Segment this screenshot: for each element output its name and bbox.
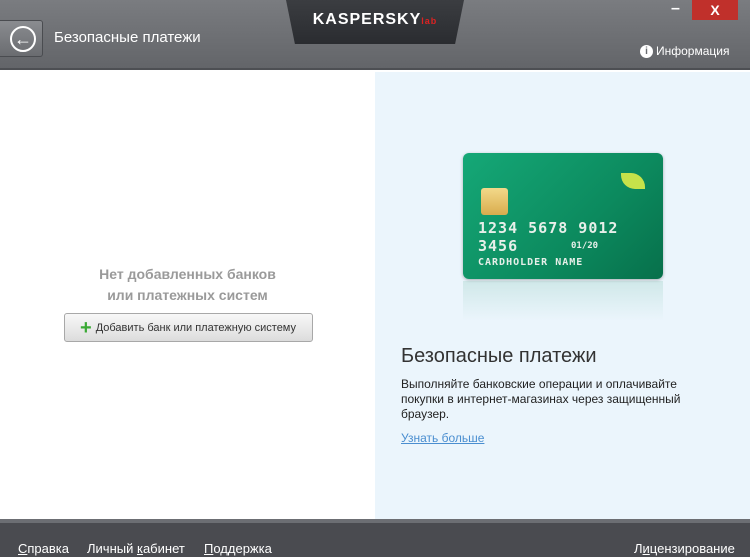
info-label: Информация <box>656 44 730 58</box>
info-description: Выполняйте банковские операции и оплачив… <box>401 377 681 421</box>
add-bank-label: Добавить банк или платежную систему <box>95 321 296 334</box>
my-account-link[interactable]: Личный кабинет <box>87 541 185 556</box>
learn-more-link[interactable]: Узнать больше <box>401 431 484 445</box>
minimize-button[interactable]: – <box>671 1 685 18</box>
page-title: Безопасные платежи <box>54 29 201 46</box>
card-holder: CARDHOLDER NAME <box>478 257 584 268</box>
info-link[interactable]: i Информация <box>640 44 729 58</box>
card-expiry: 01/20 <box>571 241 599 251</box>
credit-card-image: 1234 5678 9012 3456 01/20 CARDHOLDER NAM… <box>463 153 663 279</box>
arrow-left-circle-icon: ← <box>10 26 36 52</box>
card-reflection <box>463 281 663 321</box>
leaf-icon <box>621 173 645 189</box>
close-button[interactable]: X <box>692 0 738 20</box>
info-panel: 1234 5678 9012 3456 01/20 CARDHOLDER NAM… <box>375 72 750 519</box>
info-icon: i <box>640 44 653 58</box>
banks-panel: Нет добавленных банков или платежных сист… <box>0 72 375 519</box>
back-button[interactable]: ← <box>0 20 43 57</box>
header: ← Безопасные платежи KASPERSKYlab – X iИ… <box>0 0 750 70</box>
help-link[interactable]: Справка <box>18 541 69 556</box>
chip-icon <box>481 188 508 215</box>
kaspersky-logo: KASPERSKYlab <box>286 0 464 44</box>
info-title: Безопасные платежи <box>401 345 597 367</box>
footer: Справка Личный кабинет Поддержка Лицензи… <box>0 519 750 557</box>
add-bank-button[interactable]: + Добавить банк или платежную систему <box>64 313 313 342</box>
support-link[interactable]: Поддержка <box>204 541 272 556</box>
licensing-link[interactable]: Лицензирование <box>634 541 735 556</box>
empty-message: Нет добавленных банков или платежных сист… <box>99 266 276 303</box>
plus-icon: + <box>80 316 92 339</box>
